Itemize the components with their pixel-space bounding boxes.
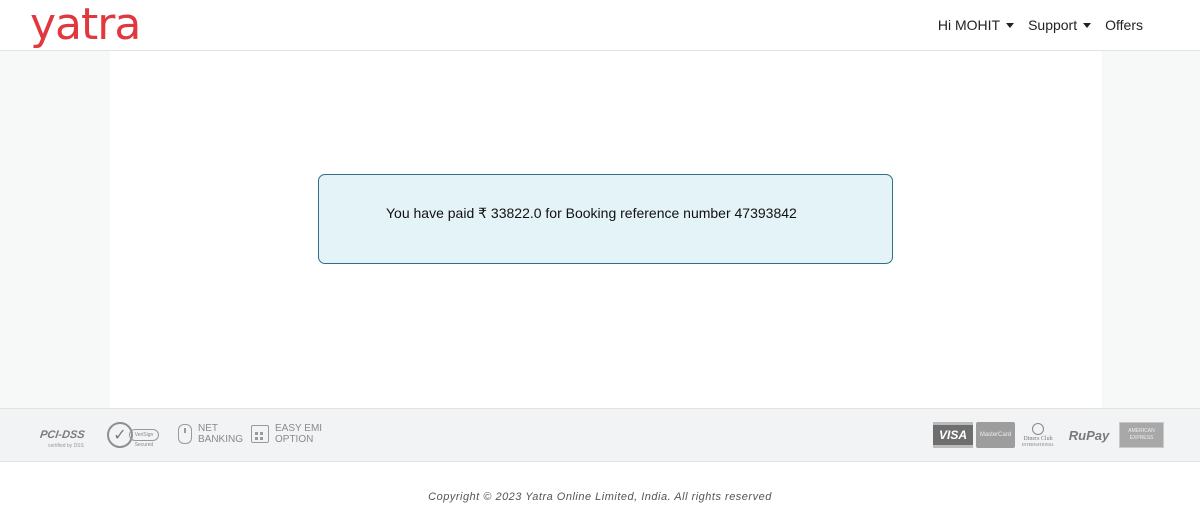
pci-dss-sublabel: certified by DSS <box>48 443 84 449</box>
yatra-logo[interactable]: yatra <box>30 2 141 48</box>
support-menu-label: Support <box>1028 17 1078 33</box>
offers-link[interactable]: Offers <box>1105 17 1143 33</box>
amex-logo: AMERICAN EXPRESS <box>1119 422 1164 448</box>
top-header: yatra Hi MOHIT Support Offers <box>0 0 1200 51</box>
net-banking-line1: NET <box>198 423 218 434</box>
easy-emi-badge: EASY EMI OPTION <box>251 423 322 445</box>
verisign-label: VeriSign Secured <box>129 429 159 448</box>
page-body: You have paid ₹ 33822.0 for Booking refe… <box>0 51 1200 408</box>
support-menu[interactable]: Support <box>1028 17 1092 33</box>
net-banking-line2: BANKING <box>198 434 244 445</box>
top-nav: Hi MOHIT Support Offers <box>938 17 1143 33</box>
easy-emi-line2: OPTION <box>275 434 314 445</box>
user-menu-label: Hi MOHIT <box>937 17 1001 33</box>
diners-circle-icon <box>1032 423 1044 435</box>
payment-confirmation-box: You have paid ₹ 33822.0 for Booking refe… <box>318 174 893 264</box>
copyright-text: Copyright © 2023 Yatra Online Limited, I… <box>428 491 772 503</box>
amex-line2: EXPRESS <box>1129 435 1154 441</box>
amex-line1: AMERICAN <box>1128 428 1155 434</box>
net-banking-badge: NET BANKING <box>178 423 243 445</box>
verisign-badge: ✓ VeriSign Secured <box>107 421 163 449</box>
caret-down-icon <box>1083 23 1092 28</box>
content-panel: You have paid ₹ 33822.0 for Booking refe… <box>110 51 1102 408</box>
diners-club-logo: Diners Club INTERNATIONAL <box>1019 422 1057 448</box>
rupay-logo: RuPay <box>1068 427 1110 443</box>
trust-badge-bar: PCI-DSS certified by DSS ✓ VeriSign Secu… <box>0 408 1200 462</box>
pci-dss-badge: PCI-DSS certified by DSS <box>39 419 92 451</box>
offers-link-label: Offers <box>1105 17 1143 33</box>
pci-dss-label: PCI-DSS <box>39 429 86 441</box>
calendar-icon <box>251 425 269 443</box>
visa-logo: VISA <box>933 422 973 448</box>
payment-confirmation-message: You have paid ₹ 33822.0 for Booking refe… <box>386 205 797 221</box>
mouse-icon <box>178 424 192 444</box>
mastercard-logo: MasterCard <box>976 422 1015 448</box>
caret-down-icon <box>1006 23 1015 28</box>
diners-club-sublabel: INTERNATIONAL <box>1022 442 1054 447</box>
user-menu[interactable]: Hi MOHIT <box>937 17 1015 33</box>
easy-emi-line1: EASY EMI <box>275 423 323 434</box>
